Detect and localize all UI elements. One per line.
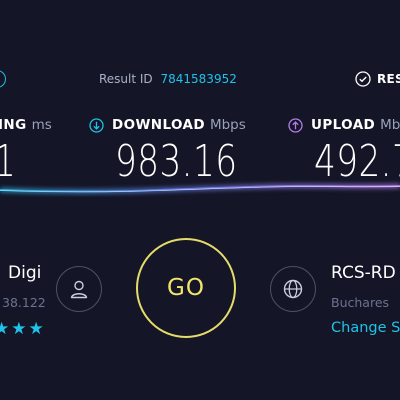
server-globe-button[interactable] [270,266,316,312]
isp-ip-address: 38.122 [2,295,46,310]
user-avatar-button[interactable] [56,266,102,312]
upload-header: UPLOAD Mb [288,117,400,133]
user-icon [70,280,88,299]
result-id-label: Result ID [99,72,153,86]
isp-name: Digi [8,263,42,283]
speed-wave-graph [0,183,400,194]
ping-header: ING ms [0,117,52,133]
speedtest-result-screen: Result ID 7841583952 RES ING ms 1 DOWNLO… [0,0,400,400]
info-icon[interactable] [0,70,6,88]
ping-unit: ms [31,117,52,133]
change-server-link[interactable]: Change S [331,320,400,336]
ping-label: ING [0,117,27,133]
isp-rating-stars[interactable]: ★★★ [0,319,46,339]
server-name: RCS-RD [331,263,396,283]
results-button[interactable]: RES [355,71,400,87]
go-button-label: GO [167,275,205,301]
check-circle-icon [355,71,371,87]
globe-icon [283,279,303,299]
server-location: Buchares [331,295,390,310]
go-button[interactable]: GO [136,238,236,338]
upload-label: UPLOAD [311,117,376,133]
download-unit: Mbps [209,117,246,133]
download-label: DOWNLOAD [112,117,205,133]
download-arrow-icon [89,117,104,133]
results-button-label: RES [377,72,400,86]
upload-arrow-icon [288,117,303,133]
result-id-line: Result ID 7841583952 [99,72,237,86]
upload-unit: Mb [380,117,400,133]
download-header: DOWNLOAD Mbps [89,117,246,133]
result-id-link[interactable]: 7841583952 [161,72,237,86]
